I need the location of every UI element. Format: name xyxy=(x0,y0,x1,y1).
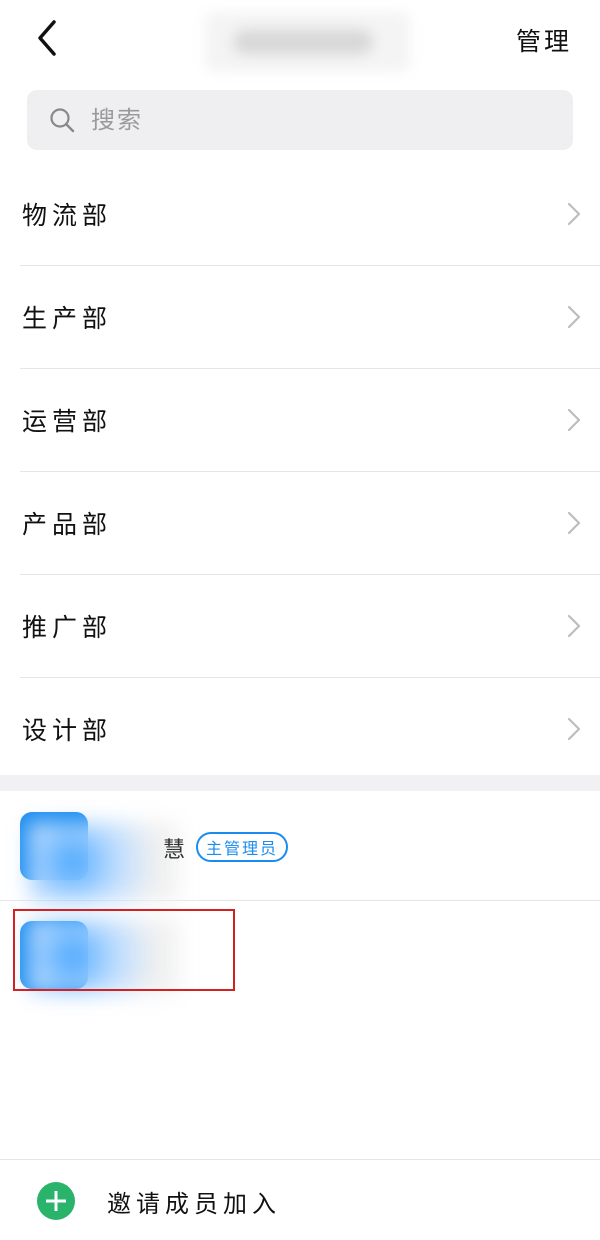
department-item-operations[interactable]: 运营部 xyxy=(20,369,600,472)
department-label: 推广部 xyxy=(22,613,113,642)
app-header: 管理 xyxy=(0,0,600,80)
department-label: 生产部 xyxy=(22,304,113,333)
department-item-logistics[interactable]: 物流部 xyxy=(20,163,600,266)
chevron-right-icon xyxy=(567,717,581,741)
department-label: 运营部 xyxy=(22,407,113,436)
department-list: 物流部 生产部 运营部 产品部 推广部 设计部 xyxy=(0,163,600,780)
department-label: 设计部 xyxy=(22,716,113,745)
chevron-right-icon xyxy=(567,614,581,638)
chevron-right-icon xyxy=(567,305,581,329)
search-bar[interactable] xyxy=(27,90,573,150)
department-label: 产品部 xyxy=(22,510,113,539)
plus-circle-icon xyxy=(37,1182,75,1220)
chevron-right-icon xyxy=(567,408,581,432)
back-button[interactable] xyxy=(28,18,68,58)
avatar-blurred xyxy=(28,919,178,994)
search-input[interactable] xyxy=(89,105,513,135)
member-name-fragment: 慧 xyxy=(163,838,186,863)
search-icon xyxy=(50,108,75,133)
department-item-product[interactable]: 产品部 xyxy=(20,472,600,575)
page-title-blurred xyxy=(205,12,410,72)
department-item-production[interactable]: 生产部 xyxy=(20,266,600,369)
manage-button[interactable]: 管理 xyxy=(516,22,572,58)
invite-label: 邀请成员加入 xyxy=(107,1190,281,1218)
department-label: 物流部 xyxy=(22,201,113,230)
department-item-promotion[interactable]: 推广部 xyxy=(20,575,600,678)
avatar-blurred xyxy=(28,822,178,902)
invite-member-button[interactable]: 邀请成员加入 xyxy=(0,1160,600,1240)
admin-badge: 主管理员 xyxy=(196,832,289,862)
member-item-admin[interactable]: 慧 主管理员 xyxy=(0,792,600,902)
chevron-left-icon xyxy=(38,20,56,56)
section-divider xyxy=(0,775,600,791)
department-item-design[interactable]: 设计部 xyxy=(20,678,600,780)
chevron-right-icon xyxy=(567,202,581,226)
member-item[interactable] xyxy=(0,901,600,1009)
chevron-right-icon xyxy=(567,511,581,535)
